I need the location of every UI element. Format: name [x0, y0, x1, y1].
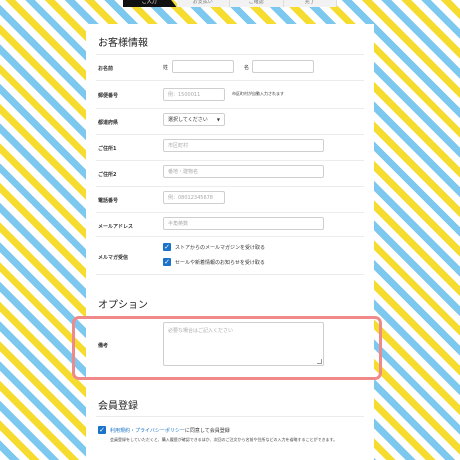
- membership-agree: 利用規約・プライバシーポリシーに同意して会員登録: [110, 427, 230, 434]
- divider: [96, 134, 364, 135]
- zip-hint: 市区町村が自動入力されます: [232, 91, 284, 96]
- divider: [96, 236, 364, 237]
- divider: [96, 108, 364, 109]
- address2-input[interactable]: 番地・建物名: [163, 165, 324, 178]
- email-input[interactable]: 半角英数: [163, 217, 324, 230]
- section-title-customer: お客様情報: [98, 38, 148, 49]
- section-title-member: 会員登録: [98, 401, 138, 412]
- address1-label: ご住所1: [98, 146, 117, 152]
- divider: [96, 416, 364, 417]
- membership-checkbox[interactable]: ✓: [98, 426, 106, 434]
- phone-label: 電話番号: [98, 198, 119, 204]
- newsletter-checkbox-1[interactable]: ✓: [163, 243, 171, 251]
- first-name-label: 名: [244, 65, 250, 71]
- name-label: お名前: [98, 66, 114, 72]
- last-name-label: 姓: [163, 65, 169, 71]
- newsletter-label: メルマガ受信: [98, 255, 129, 261]
- terms-link[interactable]: 利用規約・プライバシーポリシー: [110, 428, 185, 434]
- divider: [96, 274, 364, 275]
- checkout-form: お客様情報 お名前 姓 名 郵便番号 例：1500011 市区町村が自動入力され…: [86, 24, 374, 460]
- chevron-down-icon: ▼: [216, 117, 220, 122]
- checkout-steps: ご入力 お支払い ご確認 完了: [123, 0, 337, 7]
- membership-note: 会員登録をしていただくと、購入履歴が確認できるほか、次回のご注文から名前や住所な…: [110, 437, 338, 442]
- address2-label: ご住所2: [98, 172, 117, 178]
- divider: [96, 212, 364, 213]
- divider: [96, 80, 364, 81]
- prefecture-value: 選択してください: [168, 117, 208, 123]
- phone-input[interactable]: 例：08012345678: [163, 191, 225, 204]
- zip-label: 郵便番号: [98, 93, 119, 99]
- step-payment: お支払い: [176, 0, 230, 7]
- prefecture-select[interactable]: 選択してください ▼: [163, 113, 225, 126]
- prefecture-label: 都道府県: [98, 120, 119, 126]
- agree-text: に同意して会員登録: [184, 428, 230, 434]
- section-title-options: オプション: [98, 300, 148, 311]
- divider: [96, 186, 364, 187]
- newsletter-option-2: セールや新着情報のお知らせを受け取る: [175, 260, 265, 266]
- newsletter-option-1: ストアからのメールマガジンを受け取る: [175, 245, 266, 251]
- divider: [96, 160, 364, 161]
- remarks-highlight-box: [72, 316, 382, 380]
- divider: [96, 54, 364, 55]
- step-confirm: ご確認: [230, 0, 284, 7]
- first-name-input[interactable]: [252, 60, 314, 73]
- address1-input[interactable]: 市区町村: [163, 139, 324, 152]
- step-complete: 完了: [283, 0, 337, 7]
- step-input: ご入力: [123, 0, 177, 7]
- newsletter-checkbox-2[interactable]: ✓: [163, 258, 171, 266]
- zip-input[interactable]: 例：1500011: [163, 88, 225, 101]
- last-name-input[interactable]: [172, 60, 234, 73]
- email-label: メールアドレス: [98, 224, 134, 230]
